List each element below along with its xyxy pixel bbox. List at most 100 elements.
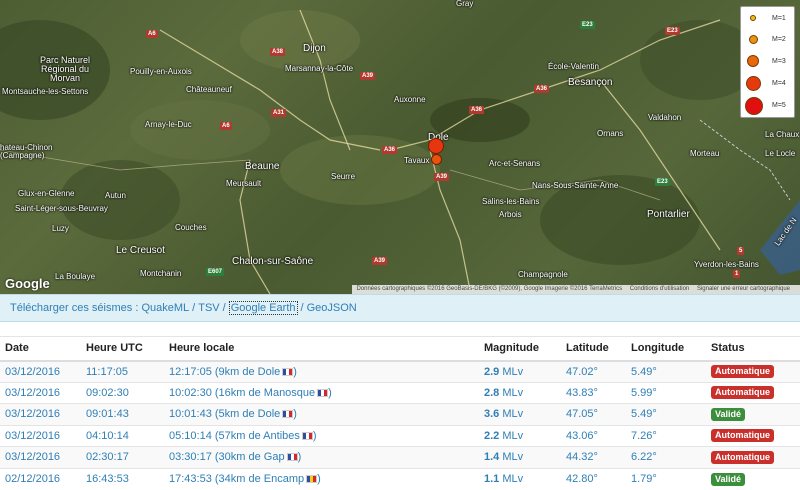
cell-longitude[interactable]: 6.22° [626, 446, 706, 468]
place-besancon: Besançon [568, 77, 613, 88]
cell-local[interactable]: 03:30:17 (30km de Gap) [164, 446, 479, 468]
cell-utc[interactable]: 16:43:53 [81, 467, 164, 490]
local-time-text: 05:10:14 (57km de Antibes [169, 429, 300, 442]
table-row[interactable]: 03/12/2016 09:02:30 10:02:30 (16km de Ma… [0, 381, 800, 404]
cell-utc[interactable]: 09:02:30 [81, 381, 164, 404]
status-badge: Automatique [711, 386, 774, 400]
cell-utc[interactable]: 09:01:43 [81, 403, 164, 425]
cell-utc[interactable]: 11:17:05 [81, 360, 164, 382]
col-header-magnitude[interactable]: Magnitude [479, 336, 561, 362]
cell-magnitude[interactable]: 2.9 MLv [479, 360, 561, 382]
place-arbois: Arbois [499, 210, 522, 219]
col-header-latitude[interactable]: Latitude [561, 336, 626, 362]
download-quakeml-link[interactable]: QuakeML [141, 302, 189, 314]
cell-magnitude[interactable]: 3.6 MLv [479, 403, 561, 425]
table-row[interactable]: 03/12/2016 02:30:17 03:30:17 (30km de Ga… [0, 446, 800, 468]
quake-marker-m3[interactable] [431, 154, 442, 165]
col-header-longitude[interactable]: Longitude [626, 336, 706, 362]
place-nans: Nans-Sous-Sainte-Anne [532, 181, 619, 190]
table-row[interactable]: 03/12/2016 09:01:43 10:01:43 (5km de Dol… [0, 403, 800, 425]
terms-link[interactable]: Conditions d'utilisation [630, 286, 690, 292]
cell-longitude[interactable]: 5.49° [626, 403, 706, 425]
cell-local[interactable]: 05:10:14 (57km de Antibes) [164, 424, 479, 447]
cell-status: Validé [706, 403, 800, 425]
cell-latitude[interactable]: 47.02° [561, 360, 626, 382]
table-row[interactable]: 02/12/2016 16:43:53 17:43:53 (34km de En… [0, 467, 800, 490]
cell-date[interactable]: 02/12/2016 [0, 467, 81, 490]
report-error-link[interactable]: Signaler une erreur cartographique [697, 286, 790, 292]
cell-local[interactable]: 17:43:53 (34km de Encamp) [164, 467, 479, 490]
cell-date[interactable]: 03/12/2016 [0, 360, 81, 382]
local-time-text: 17:43:53 (34km de Encamp [169, 473, 305, 485]
cell-latitude[interactable]: 47.05° [561, 403, 626, 425]
magnitude-unit: MLv [502, 365, 524, 378]
table-header-row: Date Heure UTC Heure locale Magnitude La… [0, 336, 800, 362]
cell-longitude[interactable]: 5.99° [626, 381, 706, 404]
andorra-flag-icon [306, 475, 318, 483]
cell-latitude[interactable]: 44.32° [561, 446, 626, 468]
local-time-text: 12:17:05 (9km de Dole [169, 365, 281, 378]
magnitude-value: 3.6 [484, 408, 500, 421]
cell-magnitude[interactable]: 1.1 MLv [479, 467, 561, 490]
place-meursault: Meursault [226, 179, 262, 188]
road-shield: A38 [270, 48, 286, 56]
place-chateau-chinon: hateau-Chinon (Campagne) [0, 143, 53, 160]
col-header-status[interactable]: Status [706, 336, 800, 362]
cell-latitude[interactable]: 42.80° [561, 467, 626, 490]
cell-magnitude[interactable]: 2.2 MLv [479, 424, 561, 447]
place-yverdon: Yverdon-les-Bains [694, 260, 759, 269]
download-tsv-link[interactable]: TSV [198, 302, 219, 314]
local-time-text: 03:30:17 (30km de Gap [169, 451, 285, 464]
place-chateauneuf: Châteauneuf [186, 85, 232, 94]
cell-local[interactable]: 12:17:05 (9km de Dole) [164, 360, 479, 382]
road-shield: 5 [737, 247, 745, 255]
cell-longitude[interactable]: 5.49° [626, 360, 706, 382]
cell-magnitude[interactable]: 1.4 MLv [479, 446, 561, 468]
place-couches: Couches [175, 223, 207, 232]
download-google-earth-link[interactable]: Google Earth [228, 301, 298, 315]
cell-latitude[interactable]: 43.83° [561, 381, 626, 404]
map-attribution: Données cartographiques ©2016 GeoBasis-D… [352, 285, 800, 294]
place-seurre: Seurre [331, 172, 356, 181]
legend-dot-m1 [750, 15, 756, 21]
place-auxonne: Auxonne [394, 95, 426, 104]
magnitude-unit: MLv [502, 429, 524, 442]
quake-marker-m4[interactable] [428, 138, 444, 154]
place-ecole: École-Valentin [548, 62, 599, 71]
cell-magnitude[interactable]: 2.8 MLv [479, 381, 561, 404]
cell-utc[interactable]: 02:30:17 [81, 446, 164, 468]
local-time-text: 10:01:43 (5km de Dole [169, 408, 281, 421]
google-logo: Google [5, 276, 50, 291]
road-shield: A39 [372, 257, 388, 265]
place-pouilly: Pouilly-en-Auxois [130, 67, 192, 76]
cell-local[interactable]: 10:01:43 (5km de Dole) [164, 403, 479, 425]
cell-latitude[interactable]: 43.06° [561, 424, 626, 447]
cell-utc[interactable]: 04:10:14 [81, 424, 164, 447]
cell-date[interactable]: 03/12/2016 [0, 381, 81, 404]
place-ornans: Ornans [597, 129, 624, 138]
download-geojson-link[interactable]: GeoJSON [307, 302, 357, 314]
legend-dot-m3 [747, 55, 759, 67]
cell-status: Automatique [706, 360, 800, 382]
cell-date[interactable]: 03/12/2016 [0, 424, 81, 447]
cell-longitude[interactable]: 1.79° [626, 467, 706, 490]
france-flag-icon [282, 367, 294, 376]
table-row[interactable]: 03/12/2016 11:17:05 12:17:05 (9km de Dol… [0, 360, 800, 382]
attribution-data: Données cartographiques ©2016 GeoBasis-D… [356, 286, 623, 292]
place-montchanin: Montchanin [140, 269, 182, 278]
earthquake-map[interactable]: Gray Dijon Parc Naturel Régional du Morv… [0, 0, 800, 294]
road-shield: A6 [146, 30, 158, 38]
place-le-locle: Le Locle [765, 149, 796, 158]
cell-status: Automatique [706, 446, 800, 468]
status-badge: Automatique [711, 365, 774, 378]
cell-date[interactable]: 03/12/2016 [0, 446, 81, 468]
col-header-utc[interactable]: Heure UTC [81, 336, 164, 362]
cell-local[interactable]: 10:02:30 (16km de Manosque) [164, 381, 479, 404]
legend-label: M=1 [772, 15, 786, 22]
cell-longitude[interactable]: 7.26° [626, 424, 706, 447]
col-header-local[interactable]: Heure locale [164, 336, 479, 362]
table-row[interactable]: 03/12/2016 04:10:14 05:10:14 (57km de An… [0, 424, 800, 447]
col-header-date[interactable]: Date [0, 336, 81, 362]
cell-status: Automatique [706, 381, 800, 404]
cell-date[interactable]: 03/12/2016 [0, 403, 81, 425]
